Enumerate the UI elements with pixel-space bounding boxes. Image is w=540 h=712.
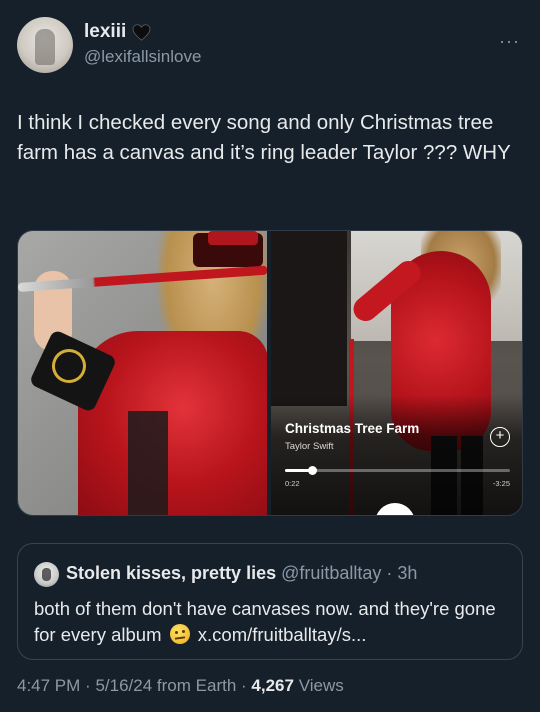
- time-elapsed: 0:22: [285, 479, 300, 488]
- quote-separator: ·: [386, 563, 393, 583]
- spotify-canvas-screenshot[interactable]: Christmas Tree Farm Taylor Swift + 0:22 …: [271, 231, 522, 515]
- views-count[interactable]: 4,267: [251, 676, 294, 695]
- author-display-name[interactable]: lexiii: [84, 21, 201, 43]
- meta-separator: ·: [85, 676, 91, 695]
- quote-link[interactable]: x.com/fruitballtay/s...: [198, 624, 367, 645]
- tweet-source: from Earth: [156, 676, 237, 695]
- more-icon[interactable]: ···: [499, 31, 520, 52]
- author-avatar[interactable]: [17, 17, 73, 73]
- progress-bar[interactable]: [285, 466, 510, 475]
- play-button[interactable]: [375, 503, 415, 515]
- quote-header: Stolen kisses, pretty lies @fruitballtay…: [66, 563, 417, 584]
- tweet-text: I think I checked every song and only Ch…: [17, 111, 511, 164]
- tweet-header: lexiii @lexifallsinlove ···: [17, 17, 523, 81]
- meta-separator: ·: [241, 676, 247, 695]
- plus-circle-icon[interactable]: +: [490, 427, 510, 447]
- quote-time[interactable]: 3h: [397, 563, 417, 584]
- quote-text: both of them don't have canvases now. an…: [34, 596, 504, 648]
- quote-avatar[interactable]: [34, 562, 59, 587]
- raised-eyebrow-emoji: [169, 624, 190, 644]
- photo-ringleader[interactable]: [18, 231, 267, 515]
- progress-knob[interactable]: [307, 466, 317, 475]
- quote-name[interactable]: Stolen kisses, pretty lies: [66, 563, 276, 584]
- tweet-date[interactable]: 5/16/24: [95, 676, 152, 695]
- music-player: Christmas Tree Farm Taylor Swift + 0:22 …: [271, 395, 522, 515]
- quote-handle[interactable]: @fruitballtay: [281, 563, 381, 584]
- song-title: Christmas Tree Farm: [285, 421, 420, 436]
- views-label: Views: [298, 676, 344, 695]
- media-grid: Christmas Tree Farm Taylor Swift + 0:22 …: [17, 230, 523, 516]
- song-artist: Taylor Swift: [285, 441, 334, 452]
- time-remaining: -3:25: [492, 479, 510, 488]
- author-names: lexiii @lexifallsinlove: [84, 21, 201, 67]
- tweet-meta: 4:47 PM · 5/16/24 from Earth · 4,267 Vie…: [17, 676, 344, 696]
- tweet-time[interactable]: 4:47 PM: [17, 676, 80, 695]
- author-handle[interactable]: @lexifallsinlove: [84, 47, 201, 67]
- author-name-text[interactable]: lexiii: [84, 21, 126, 43]
- quote-tweet[interactable]: Stolen kisses, pretty lies @fruitballtay…: [17, 543, 523, 660]
- black-heart-icon: [132, 23, 151, 41]
